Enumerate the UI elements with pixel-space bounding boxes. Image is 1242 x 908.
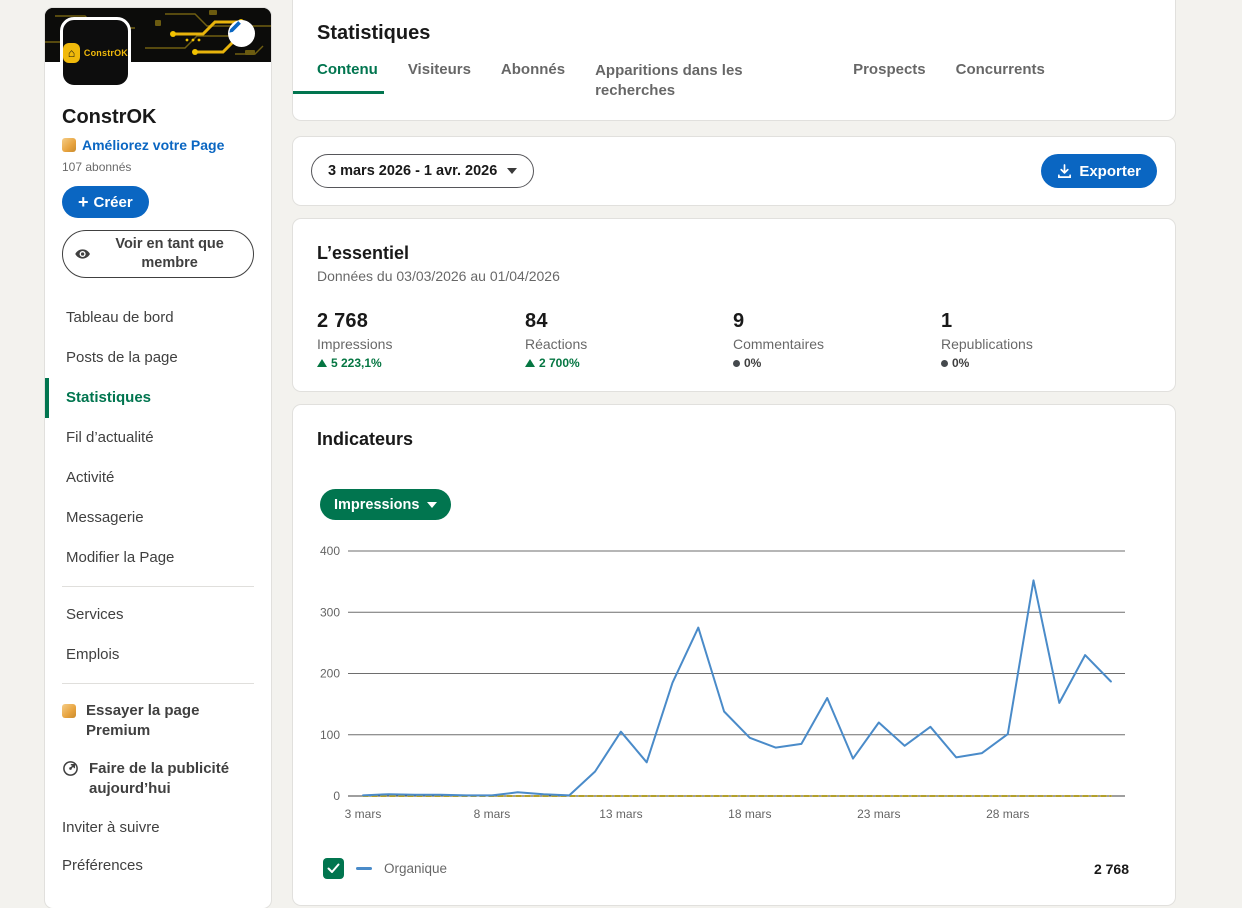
upgrade-page-link[interactable]: Améliorez votre Page <box>62 137 254 153</box>
essentials-subtitle: Données du 03/03/2026 au 01/04/2026 <box>317 268 560 284</box>
svg-text:13 mars: 13 mars <box>599 807 642 821</box>
eye-icon <box>75 249 90 259</box>
stat-label: Republications <box>941 336 1033 352</box>
sidebar-item-services[interactable]: Services <box>45 595 271 635</box>
tab-prospects[interactable]: Prospects <box>853 61 926 94</box>
sidebar-item-activit-[interactable]: Activité <box>45 458 271 498</box>
stat-delta: 0% <box>733 356 941 370</box>
house-icon: ⌂ <box>63 42 80 63</box>
chevron-down-icon <box>507 168 518 174</box>
sidebar-item-label: Inviter à suivre <box>62 818 160 836</box>
stat-value: 1 <box>941 310 953 332</box>
stat-value: 2 768 <box>317 310 369 332</box>
stat-delta: 5 223,1% <box>317 356 525 370</box>
indicators-title: Indicateurs <box>317 429 414 449</box>
tab-apparitions-dans-les-recherches[interactable]: Apparitions dans les recherches <box>595 61 753 106</box>
statistics-tabs: Contenu Visiteurs Abonnés Apparitions dans … <box>293 61 1175 106</box>
impressions-line-chart: 0 100 200 300 400 3 mars 8 mars 13 mars 18 mars 2… <box>293 544 1153 835</box>
chevron-down-icon <box>427 501 438 508</box>
essentials-stats: 2 768 Impressions 5 223,1% 84 Réactions 2 700… <box>317 310 1151 370</box>
check-icon <box>327 863 340 873</box>
tab-visiteurs[interactable]: Visiteurs <box>408 61 471 94</box>
svg-text:28 mars: 28 mars <box>986 807 1029 821</box>
date-range-selector[interactable]: 3 mars 2026 - 1 avr. 2026 <box>311 154 535 188</box>
chart-legend: Organique 2 768 <box>323 858 1129 879</box>
logo-text: ConstrOK <box>83 47 128 58</box>
sidebar-footer-links: Essayer la page Premium Faire de la publi… <box>45 692 271 886</box>
company-logo[interactable]: ⌂ ConstrOK <box>60 17 131 88</box>
create-button[interactable]: + Créer <box>62 186 149 218</box>
essentials-card: L’essentiel Données du 03/03/2026 au 01/… <box>293 219 1175 391</box>
sidebar-item-pr-f-rences[interactable]: Préférences <box>45 847 271 885</box>
svg-text:200: 200 <box>320 667 340 681</box>
organic-series-swatch <box>356 867 372 870</box>
stat-impressions: 2 768 Impressions 5 223,1% <box>317 310 525 370</box>
sidebar-item-essayer-la-page-premium[interactable]: Essayer la page Premium <box>45 692 271 751</box>
pencil-icon <box>229 21 241 33</box>
svg-text:0: 0 <box>333 789 340 803</box>
stat-label: Impressions <box>317 336 393 352</box>
tab-contenu[interactable]: Contenu <box>293 61 384 94</box>
premium-icon <box>62 138 76 152</box>
sidebar-item-inviter-suivre[interactable]: Inviter à suivre <box>45 809 271 847</box>
divider <box>62 585 254 587</box>
sidebar-item-statistiques[interactable]: Statistiques <box>45 377 271 418</box>
svg-text:300: 300 <box>320 605 340 619</box>
download-icon <box>1058 163 1072 178</box>
premium-icon <box>62 703 76 718</box>
svg-text:100: 100 <box>320 728 340 742</box>
sidebar-item-label: Essayer la page Premium <box>86 701 200 739</box>
svg-text:400: 400 <box>320 545 340 558</box>
stat-republications: 1 Republications 0% <box>941 310 1149 370</box>
sidebar-item-posts-de-la-page[interactable]: Posts de la page <box>45 338 271 378</box>
legend-checkbox[interactable] <box>323 858 344 879</box>
stat-label: Commentaires <box>733 336 825 352</box>
statistics-header-card: Statistiques Contenu Visiteurs Abonnés Appa… <box>293 0 1175 120</box>
toolbar-card: 3 mars 2026 - 1 avr. 2026 Exporter <box>293 137 1175 205</box>
stat-delta: 0% <box>941 356 1149 370</box>
metric-dropdown[interactable]: Impressions <box>320 489 452 520</box>
sidebar-item-tableau-de-bord[interactable]: Tableau de bord <box>45 298 271 338</box>
ads-icon <box>63 761 78 777</box>
divider <box>62 682 254 684</box>
stat-value: 84 <box>525 310 548 332</box>
sidebar-item-modifier-la-page[interactable]: Modifier la Page <box>45 538 271 578</box>
sidebar-item-label: Faire de la publicité aujourd’hui <box>89 760 230 798</box>
view-as-member-button[interactable]: Voir en tant que membre <box>62 230 254 278</box>
sidebar-item-label: Préférences <box>62 856 143 874</box>
essentials-title: L’essentiel <box>317 243 410 263</box>
indicators-card: Indicateurs Impressions 0 100 200 300 400 3 m… <box>293 405 1175 905</box>
trend-flat-icon <box>941 359 948 367</box>
legend-total-value: 2 768 <box>1093 860 1129 877</box>
stat-delta: 2 700% <box>525 356 733 370</box>
sidebar-item-emplois[interactable]: Emplois <box>45 635 271 675</box>
edit-page-button[interactable] <box>228 20 255 47</box>
svg-text:3 mars: 3 mars <box>345 807 382 821</box>
followers-count: 107 abonnés <box>62 160 132 174</box>
sidebar-item-fil-d-actualit-[interactable]: Fil d’actualité <box>45 418 271 458</box>
stat-réactions: 84 Réactions 2 700% <box>525 310 733 370</box>
svg-text:8 mars: 8 mars <box>474 807 511 821</box>
export-button[interactable]: Exporter <box>1041 154 1157 188</box>
statistics-title: Statistiques <box>317 22 431 44</box>
sidebar-item-messagerie[interactable]: Messagerie <box>45 498 271 538</box>
sidebar-item-faire-de-la-publicit-aujourd-hui[interactable]: Faire de la publicité aujourd’hui <box>45 750 271 809</box>
sidebar-card: ⌂ ConstrOK ConstrOK Améliorez votre Page… <box>45 8 271 908</box>
sidebar-nav: Tableau de bord Posts de la page Statistiq… <box>45 298 271 578</box>
page-title: ConstrOK <box>62 106 157 128</box>
trend-up-icon <box>525 359 535 367</box>
trend-flat-icon <box>733 359 740 367</box>
tab-concurrents[interactable]: Concurrents <box>956 61 1045 94</box>
svg-text:23 mars: 23 mars <box>857 807 900 821</box>
svg-text:18 mars: 18 mars <box>728 807 771 821</box>
stat-commentaires: 9 Commentaires 0% <box>733 310 941 370</box>
tab-abonn-s[interactable]: Abonnés <box>501 61 565 94</box>
stat-value: 9 <box>733 310 745 332</box>
stat-label: Réactions <box>525 336 588 352</box>
trend-up-icon <box>317 359 327 367</box>
legend-label: Organique <box>384 861 448 876</box>
sidebar-nav-secondary: Services Emplois <box>45 595 271 675</box>
